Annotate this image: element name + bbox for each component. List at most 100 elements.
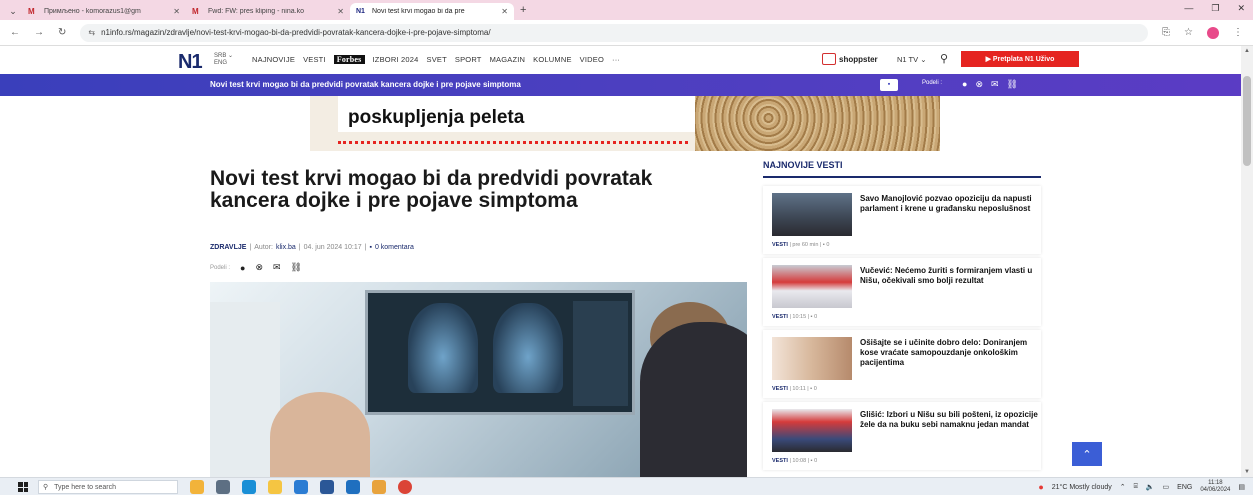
nav-item-video[interactable]: VIDEO xyxy=(580,55,604,64)
browser-tab-active[interactable]: N1 Novi test krvi mogao bi da pre ✕ xyxy=(350,3,514,20)
scrollbar-thumb[interactable] xyxy=(1243,76,1251,166)
chrome-icon[interactable] xyxy=(398,480,412,494)
author-link[interactable]: klix.ba xyxy=(276,244,296,251)
nav-item-najnovije[interactable]: NAJNOVIJE xyxy=(252,55,295,64)
windows-start-icon[interactable] xyxy=(18,482,28,492)
nav-item-sport[interactable]: SPORT xyxy=(455,55,482,64)
translate-icon[interactable]: ⎘ xyxy=(1162,27,1170,38)
news-meta: VESTI | 10:15 | ▪ 0 xyxy=(772,314,817,320)
file-explorer-icon[interactable] xyxy=(268,480,282,494)
browser-tab[interactable]: M Примљено - komorazus1@gm ✕ xyxy=(22,3,186,20)
article-hero-image xyxy=(210,282,747,477)
mail-icon[interactable]: ✉ xyxy=(991,79,999,90)
news-category[interactable]: VESTI xyxy=(772,242,788,248)
widgets-icon[interactable] xyxy=(190,480,204,494)
nav-item-kolumne[interactable]: KOLUMNE xyxy=(533,55,572,64)
comment-icon[interactable]: ▪ xyxy=(880,79,898,91)
comments-count-link[interactable]: 0 komentara xyxy=(375,244,414,251)
x-twitter-icon[interactable]: ⊗ xyxy=(975,79,983,90)
language-switcher[interactable]: SRB ⌄ ENG xyxy=(214,53,233,67)
bookmark-star-icon[interactable]: ☆ xyxy=(1184,27,1193,38)
news-headline[interactable]: Ošišajte se i učinite dobro delo: Donira… xyxy=(860,338,1038,368)
weather-icon[interactable]: ● xyxy=(1038,482,1043,492)
paint-icon[interactable] xyxy=(372,480,386,494)
weather-text[interactable]: 21°C Mostly cloudy xyxy=(1052,484,1112,491)
battery-icon[interactable]: ▭ xyxy=(1163,483,1170,491)
forward-arrow-icon[interactable]: → xyxy=(34,27,44,38)
network-icon[interactable]: ⌸ xyxy=(1134,483,1138,491)
news-card[interactable]: Ošišajte se i učinite dobro delo: Donira… xyxy=(763,330,1041,398)
news-thumbnail[interactable] xyxy=(772,409,852,452)
restore-icon[interactable]: ❐ xyxy=(1211,3,1219,14)
scroll-down-arrow-icon[interactable]: ▼ xyxy=(1244,469,1250,475)
news-category[interactable]: VESTI xyxy=(772,386,788,392)
close-window-icon[interactable]: ✕ xyxy=(1237,3,1245,14)
reload-icon[interactable]: ↻ xyxy=(58,27,66,38)
x-twitter-icon[interactable]: ⊗ xyxy=(255,262,263,273)
news-card[interactable]: Vučević: Nećemo žuriti s formiranjem vla… xyxy=(763,258,1041,326)
news-category[interactable]: VESTI xyxy=(772,458,788,464)
article-category-link[interactable]: ZDRAVLJE xyxy=(210,244,246,251)
store-icon[interactable] xyxy=(346,480,360,494)
word-icon[interactable] xyxy=(320,480,334,494)
n1tv-dropdown[interactable]: N1 TV ⌄ xyxy=(897,55,927,64)
tab-search-icon[interactable]: ⌄ xyxy=(4,2,22,20)
link-icon[interactable]: ⛓ xyxy=(1007,79,1018,90)
news-headline[interactable]: Glišić: Izbori u Nišu su bili pošteni, i… xyxy=(860,410,1038,430)
shoppster-link[interactable]: shoppster xyxy=(822,53,878,65)
news-comments: 0 xyxy=(814,314,818,320)
volume-icon[interactable]: 🔈 xyxy=(1146,483,1155,491)
nav-item-svet[interactable]: SVET xyxy=(427,55,447,64)
scroll-up-arrow-icon[interactable]: ▲ xyxy=(1244,48,1250,54)
nav-item-magazin[interactable]: MAGAZIN xyxy=(490,55,526,64)
news-card[interactable]: Savo Manojlović pozvao opoziciju da napu… xyxy=(763,186,1041,254)
language-indicator[interactable]: ENG xyxy=(1177,484,1192,491)
close-icon[interactable]: ✕ xyxy=(173,7,180,16)
tray-chevron-icon[interactable]: ⌃ xyxy=(1120,483,1126,491)
news-thumbnail[interactable] xyxy=(772,265,852,308)
site-info-icon[interactable]: ⇆ xyxy=(88,28,95,37)
news-thumbnail[interactable] xyxy=(772,193,852,236)
browser-tab[interactable]: M Fwd: FW: pres kliping - nina.ko ✕ xyxy=(186,3,350,20)
notifications-icon[interactable]: ▤ xyxy=(1238,483,1245,491)
close-icon[interactable]: ✕ xyxy=(501,7,508,16)
n1-logo[interactable]: N1 xyxy=(178,51,203,74)
task-view-icon[interactable] xyxy=(216,480,230,494)
nav-item-forbes[interactable]: Forbes xyxy=(333,55,365,64)
close-icon[interactable]: ✕ xyxy=(337,7,344,16)
news-headline[interactable]: Vučević: Nećemo žuriti s formiranjem vla… xyxy=(860,266,1038,286)
nav-more-icon[interactable]: ··· xyxy=(612,55,620,64)
back-arrow-icon[interactable]: ← xyxy=(10,27,20,38)
news-category[interactable]: VESTI xyxy=(772,314,788,320)
menu-dots-icon[interactable]: ⋮ xyxy=(1233,27,1243,38)
mail-icon[interactable]: ✉ xyxy=(273,262,281,273)
edge-icon[interactable] xyxy=(242,480,256,494)
url-bar[interactable]: ⇆ n1info.rs/magazin/zdravlje/novi-test-k… xyxy=(80,23,1149,42)
taskbar-search[interactable]: ⚲ Type here to search xyxy=(38,480,178,494)
minimize-icon[interactable]: — xyxy=(1184,3,1193,14)
search-icon[interactable]: ⚲ xyxy=(940,52,948,65)
news-comments: 0 xyxy=(814,458,818,464)
news-meta: VESTI | pre 60 min | ▪ 0 xyxy=(772,242,829,248)
page-scrollbar[interactable]: ▲ ▼ xyxy=(1241,46,1253,477)
news-card[interactable]: Glišić: Izbori u Nišu su bili pošteni, i… xyxy=(763,402,1041,470)
facebook-icon[interactable]: ● xyxy=(240,263,245,273)
nav-item-izbori[interactable]: IZBORI 2024 xyxy=(373,55,419,64)
comment-icon[interactable]: ▪ xyxy=(369,244,371,251)
lang-srb[interactable]: SRB ⌄ xyxy=(214,53,233,60)
profile-avatar[interactable] xyxy=(1207,26,1219,39)
facebook-icon[interactable]: ● xyxy=(962,79,967,90)
subscribe-button[interactable]: ▶ Pretplata N1 Uživo xyxy=(961,51,1079,67)
sidebar-title[interactable]: NAJNOVIJE VESTI xyxy=(763,160,1041,178)
lang-eng[interactable]: ENG xyxy=(214,60,233,67)
new-tab-button[interactable]: + xyxy=(520,4,526,16)
mail-app-icon[interactable] xyxy=(294,480,308,494)
news-headline[interactable]: Savo Manojlović pozvao opoziciju da napu… xyxy=(860,194,1038,214)
url-text[interactable]: n1info.rs/magazin/zdravlje/novi-test-krv… xyxy=(101,28,490,37)
back-to-top-button[interactable]: ⌃ xyxy=(1072,442,1102,466)
news-thumbnail[interactable] xyxy=(772,337,852,380)
taskbar-clock[interactable]: 11:18 04/06/2024 xyxy=(1200,480,1230,494)
nav-item-vesti[interactable]: VESTI xyxy=(303,55,326,64)
link-icon[interactable]: ⛓ xyxy=(291,262,302,273)
ad-banner[interactable]: poskupljenja peleta xyxy=(310,96,940,151)
